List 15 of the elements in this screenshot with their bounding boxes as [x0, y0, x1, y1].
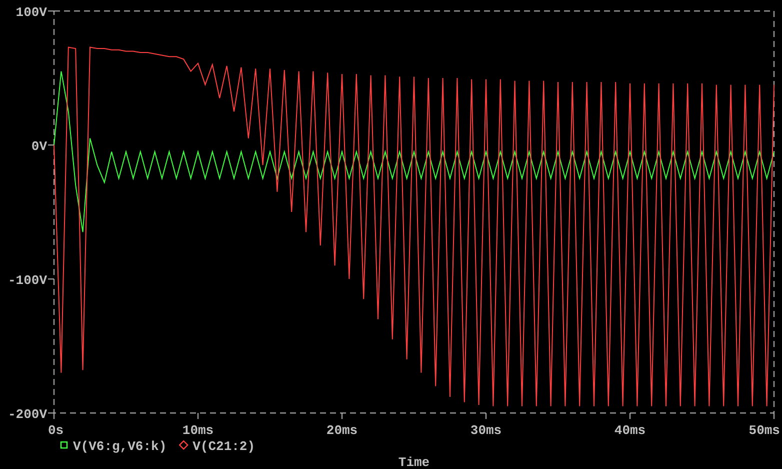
x-tick-label: 10ms: [182, 423, 214, 438]
x-tick-label: 20ms: [326, 423, 358, 438]
x-axis-title: Time: [398, 455, 430, 469]
x-tick-label: 40ms: [614, 423, 646, 438]
legend-diamond-icon: [178, 440, 188, 450]
y-tick-label: 0V: [31, 139, 47, 154]
x-tick-label: 0s: [48, 423, 64, 438]
legend-square-icon: [60, 441, 68, 449]
x-tick-label: 30ms: [470, 423, 502, 438]
x-tick-label: 50ms: [748, 423, 780, 438]
legend-label: V(V6:g,V6:k): [73, 439, 167, 454]
y-tick-label: 100V: [16, 5, 47, 20]
legend-label: V(C21:2): [192, 439, 256, 454]
y-tick-label: -100V: [8, 273, 47, 288]
y-tick-label: -200V: [8, 407, 47, 422]
